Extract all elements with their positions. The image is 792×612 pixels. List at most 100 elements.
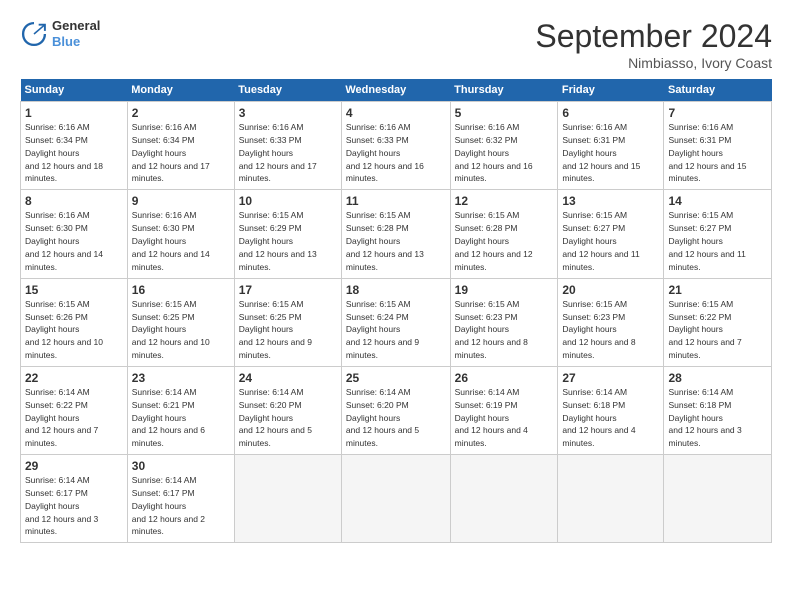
calendar-cell: 27 Sunrise: 6:14 AMSunset: 6:18 PMDaylig…	[558, 366, 664, 454]
logo-line2: Blue	[52, 34, 100, 50]
calendar-cell: 10 Sunrise: 6:15 AMSunset: 6:29 PMDaylig…	[234, 190, 341, 278]
calendar-cell: 6 Sunrise: 6:16 AMSunset: 6:31 PMDayligh…	[558, 102, 664, 190]
weekday-header-row: SundayMondayTuesdayWednesdayThursdayFrid…	[21, 79, 772, 102]
calendar-cell: 23 Sunrise: 6:14 AMSunset: 6:21 PMDaylig…	[127, 366, 234, 454]
weekday-header: Wednesday	[341, 79, 450, 102]
calendar-cell: 18 Sunrise: 6:15 AMSunset: 6:24 PMDaylig…	[341, 278, 450, 366]
logo-icon	[20, 20, 48, 48]
calendar-cell: 9 Sunrise: 6:16 AMSunset: 6:30 PMDayligh…	[127, 190, 234, 278]
calendar-cell: 21 Sunrise: 6:15 AMSunset: 6:22 PMDaylig…	[664, 278, 772, 366]
day-info: Sunrise: 6:15 AMSunset: 6:27 PMDaylight …	[562, 210, 639, 271]
day-number: 26	[455, 370, 554, 386]
calendar-cell: 25 Sunrise: 6:14 AMSunset: 6:20 PMDaylig…	[341, 366, 450, 454]
calendar-week-row: 15 Sunrise: 6:15 AMSunset: 6:26 PMDaylig…	[21, 278, 772, 366]
day-info: Sunrise: 6:16 AMSunset: 6:33 PMDaylight …	[346, 122, 424, 183]
day-number: 23	[132, 370, 230, 386]
day-number: 5	[455, 105, 554, 121]
day-info: Sunrise: 6:15 AMSunset: 6:22 PMDaylight …	[668, 299, 741, 360]
day-info: Sunrise: 6:15 AMSunset: 6:25 PMDaylight …	[239, 299, 312, 360]
page: General Blue September 2024 Nimbiasso, I…	[0, 0, 792, 612]
calendar-cell: 29 Sunrise: 6:14 AMSunset: 6:17 PMDaylig…	[21, 455, 128, 543]
calendar-cell: 20 Sunrise: 6:15 AMSunset: 6:23 PMDaylig…	[558, 278, 664, 366]
day-info: Sunrise: 6:14 AMSunset: 6:17 PMDaylight …	[132, 475, 205, 536]
calendar-table: SundayMondayTuesdayWednesdayThursdayFrid…	[20, 79, 772, 543]
day-number: 25	[346, 370, 446, 386]
day-info: Sunrise: 6:15 AMSunset: 6:26 PMDaylight …	[25, 299, 103, 360]
day-number: 14	[668, 193, 767, 209]
day-info: Sunrise: 6:14 AMSunset: 6:18 PMDaylight …	[668, 387, 741, 448]
calendar-cell: 1 Sunrise: 6:16 AMSunset: 6:34 PMDayligh…	[21, 102, 128, 190]
weekday-header: Saturday	[664, 79, 772, 102]
weekday-header: Sunday	[21, 79, 128, 102]
calendar-cell: 14 Sunrise: 6:15 AMSunset: 6:27 PMDaylig…	[664, 190, 772, 278]
day-number: 29	[25, 458, 123, 474]
day-number: 15	[25, 282, 123, 298]
calendar-cell: 5 Sunrise: 6:16 AMSunset: 6:32 PMDayligh…	[450, 102, 558, 190]
day-number: 7	[668, 105, 767, 121]
day-info: Sunrise: 6:15 AMSunset: 6:25 PMDaylight …	[132, 299, 210, 360]
day-info: Sunrise: 6:16 AMSunset: 6:34 PMDaylight …	[25, 122, 103, 183]
logo-line1: General	[52, 18, 100, 34]
calendar-cell	[341, 455, 450, 543]
day-info: Sunrise: 6:14 AMSunset: 6:19 PMDaylight …	[455, 387, 528, 448]
day-number: 3	[239, 105, 337, 121]
day-number: 9	[132, 193, 230, 209]
weekday-header: Tuesday	[234, 79, 341, 102]
day-number: 10	[239, 193, 337, 209]
day-number: 11	[346, 193, 446, 209]
day-info: Sunrise: 6:15 AMSunset: 6:24 PMDaylight …	[346, 299, 419, 360]
logo: General Blue	[20, 18, 100, 49]
day-number: 27	[562, 370, 659, 386]
day-info: Sunrise: 6:15 AMSunset: 6:27 PMDaylight …	[668, 210, 745, 271]
calendar-cell: 4 Sunrise: 6:16 AMSunset: 6:33 PMDayligh…	[341, 102, 450, 190]
calendar-cell: 22 Sunrise: 6:14 AMSunset: 6:22 PMDaylig…	[21, 366, 128, 454]
day-number: 19	[455, 282, 554, 298]
day-number: 12	[455, 193, 554, 209]
day-number: 21	[668, 282, 767, 298]
day-info: Sunrise: 6:16 AMSunset: 6:32 PMDaylight …	[455, 122, 533, 183]
day-number: 16	[132, 282, 230, 298]
weekday-header: Monday	[127, 79, 234, 102]
day-number: 18	[346, 282, 446, 298]
calendar-cell: 11 Sunrise: 6:15 AMSunset: 6:28 PMDaylig…	[341, 190, 450, 278]
day-info: Sunrise: 6:16 AMSunset: 6:30 PMDaylight …	[132, 210, 210, 271]
day-number: 17	[239, 282, 337, 298]
day-info: Sunrise: 6:14 AMSunset: 6:22 PMDaylight …	[25, 387, 98, 448]
calendar-cell: 2 Sunrise: 6:16 AMSunset: 6:34 PMDayligh…	[127, 102, 234, 190]
day-number: 28	[668, 370, 767, 386]
header: General Blue September 2024 Nimbiasso, I…	[20, 18, 772, 71]
day-number: 20	[562, 282, 659, 298]
calendar-cell: 16 Sunrise: 6:15 AMSunset: 6:25 PMDaylig…	[127, 278, 234, 366]
weekday-header: Thursday	[450, 79, 558, 102]
day-info: Sunrise: 6:15 AMSunset: 6:28 PMDaylight …	[346, 210, 424, 271]
calendar-cell: 17 Sunrise: 6:15 AMSunset: 6:25 PMDaylig…	[234, 278, 341, 366]
day-info: Sunrise: 6:15 AMSunset: 6:23 PMDaylight …	[455, 299, 528, 360]
day-info: Sunrise: 6:14 AMSunset: 6:17 PMDaylight …	[25, 475, 98, 536]
calendar-cell: 3 Sunrise: 6:16 AMSunset: 6:33 PMDayligh…	[234, 102, 341, 190]
calendar-cell	[664, 455, 772, 543]
calendar-cell	[234, 455, 341, 543]
calendar-cell: 24 Sunrise: 6:14 AMSunset: 6:20 PMDaylig…	[234, 366, 341, 454]
calendar-week-row: 8 Sunrise: 6:16 AMSunset: 6:30 PMDayligh…	[21, 190, 772, 278]
calendar-cell: 8 Sunrise: 6:16 AMSunset: 6:30 PMDayligh…	[21, 190, 128, 278]
day-info: Sunrise: 6:16 AMSunset: 6:31 PMDaylight …	[562, 122, 640, 183]
day-number: 2	[132, 105, 230, 121]
day-info: Sunrise: 6:14 AMSunset: 6:18 PMDaylight …	[562, 387, 635, 448]
day-info: Sunrise: 6:14 AMSunset: 6:20 PMDaylight …	[239, 387, 312, 448]
month-title: September 2024	[535, 18, 772, 55]
day-number: 30	[132, 458, 230, 474]
day-info: Sunrise: 6:16 AMSunset: 6:31 PMDaylight …	[668, 122, 746, 183]
calendar-cell: 19 Sunrise: 6:15 AMSunset: 6:23 PMDaylig…	[450, 278, 558, 366]
day-info: Sunrise: 6:16 AMSunset: 6:33 PMDaylight …	[239, 122, 317, 183]
calendar-cell: 7 Sunrise: 6:16 AMSunset: 6:31 PMDayligh…	[664, 102, 772, 190]
day-info: Sunrise: 6:16 AMSunset: 6:30 PMDaylight …	[25, 210, 103, 271]
day-number: 6	[562, 105, 659, 121]
weekday-header: Friday	[558, 79, 664, 102]
calendar-week-row: 22 Sunrise: 6:14 AMSunset: 6:22 PMDaylig…	[21, 366, 772, 454]
calendar-cell: 12 Sunrise: 6:15 AMSunset: 6:28 PMDaylig…	[450, 190, 558, 278]
calendar-cell: 26 Sunrise: 6:14 AMSunset: 6:19 PMDaylig…	[450, 366, 558, 454]
day-info: Sunrise: 6:14 AMSunset: 6:21 PMDaylight …	[132, 387, 205, 448]
day-info: Sunrise: 6:14 AMSunset: 6:20 PMDaylight …	[346, 387, 419, 448]
calendar-cell	[450, 455, 558, 543]
calendar-cell: 13 Sunrise: 6:15 AMSunset: 6:27 PMDaylig…	[558, 190, 664, 278]
